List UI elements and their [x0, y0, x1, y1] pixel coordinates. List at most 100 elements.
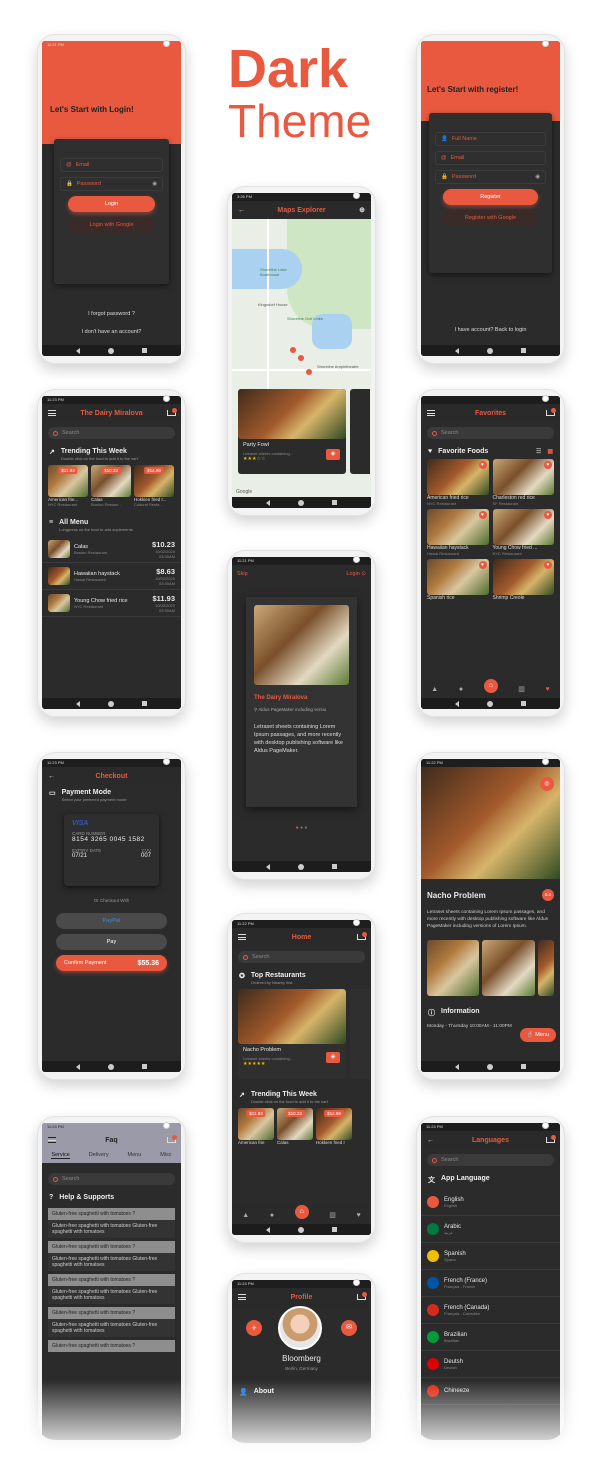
tab-misc[interactable]: Misc: [160, 1152, 171, 1159]
camera-icon[interactable]: ◎: [540, 777, 554, 791]
faq-item[interactable]: Gluten-free spaghetti with tomatoes ? Glu…: [48, 1307, 175, 1337]
cart-icon[interactable]: [166, 408, 177, 417]
trending-item[interactable]: $14.99 Hokkien fried r: [316, 1108, 352, 1145]
chat-icon[interactable]: ✉: [341, 1320, 357, 1336]
search-input[interactable]: Search: [238, 951, 365, 963]
faq-item[interactable]: Gluten-free spaghetti with tomatoes ?: [48, 1340, 175, 1352]
language-item[interactable]: French (France) Français - France: [421, 1270, 560, 1297]
map-pin-icon[interactable]: [290, 347, 296, 353]
search-input[interactable]: Search: [427, 427, 554, 439]
email-field[interactable]: @ Email: [435, 151, 546, 165]
home-icon[interactable]: ⌂: [294, 1205, 309, 1219]
cart-icon[interactable]: [356, 1292, 367, 1301]
language-item[interactable]: English English: [421, 1189, 560, 1216]
favorites-icon[interactable]: ♥: [546, 686, 550, 693]
tab-delivery[interactable]: Delivery: [89, 1152, 109, 1159]
notifications-icon[interactable]: ▲: [431, 686, 438, 693]
language-item[interactable]: Arabic عربية: [421, 1216, 560, 1243]
favorite-item[interactable]: ♥ Young Chow fried ... NYC Restaurant: [492, 509, 554, 556]
eye-icon[interactable]: ◉: [535, 174, 540, 180]
heart-icon[interactable]: ♥: [478, 461, 487, 469]
profile-icon[interactable]: ●: [270, 1212, 274, 1219]
notifications-icon[interactable]: ▲: [242, 1212, 249, 1219]
trending-item[interactable]: $11.93 American frie... NYC Restaurant: [48, 465, 88, 507]
restaurant-card-peek[interactable]: [350, 989, 370, 1079]
fullname-field[interactable]: 👤 Full Name: [435, 132, 546, 146]
language-item[interactable]: Spanish Spana: [421, 1243, 560, 1270]
orders-icon[interactable]: ▥: [329, 1211, 336, 1219]
login-button[interactable]: Login: [68, 196, 155, 212]
list-item[interactable]: Young Chow fried rice NYC Restaurant $11.9…: [42, 590, 181, 617]
google-login-button[interactable]: Login with Google: [68, 217, 155, 233]
home-icon[interactable]: ⌂: [483, 679, 498, 693]
cart-icon[interactable]: [545, 1135, 556, 1144]
trending-item[interactable]: $11.93 American frie: [238, 1108, 274, 1145]
favorite-item[interactable]: ♥ Hawaiian haystack Hawai Restaurant: [427, 509, 489, 556]
avatar[interactable]: [278, 1306, 322, 1350]
home-toolbar: Home: [232, 928, 371, 946]
place-card-peek[interactable]: [350, 389, 370, 474]
faq-item[interactable]: Gluten-free spaghetti with tomatoes ? Glu…: [48, 1274, 175, 1304]
search-input[interactable]: Search: [48, 427, 175, 439]
heart-icon[interactable]: ♥: [544, 511, 552, 519]
language-item[interactable]: Chineeze: [421, 1378, 560, 1405]
heart-icon[interactable]: ♥: [478, 561, 487, 569]
map-pin-icon[interactable]: [306, 369, 312, 375]
signup-link[interactable]: I don't have an account?: [42, 329, 181, 335]
grid-view-icon[interactable]: ▦: [547, 448, 553, 455]
favorite-item[interactable]: ♥ Shrimp Creole: [492, 559, 554, 601]
gallery-image[interactable]: [427, 940, 480, 996]
gallery-image[interactable]: [537, 940, 554, 996]
register-button[interactable]: Register: [443, 189, 538, 205]
language-item[interactable]: French (Canada) Français - Canadien: [421, 1297, 560, 1324]
confirm-payment-button[interactable]: Confirm Payment $55.36: [56, 955, 167, 971]
list-view-icon[interactable]: ☰: [536, 448, 541, 455]
applepay-button[interactable]: Pay: [56, 934, 167, 950]
language-item[interactable]: Deutsh Deutsh: [421, 1351, 560, 1378]
skip-button[interactable]: Skip: [237, 571, 248, 577]
cart-icon[interactable]: [166, 1135, 177, 1144]
favorite-item[interactable]: ♥ American fried rice NYC Restaurant: [427, 459, 489, 506]
login-link[interactable]: Login ⊙: [346, 571, 366, 577]
forgot-link[interactable]: I forgot password ?: [42, 311, 181, 317]
gallery-image[interactable]: [482, 940, 535, 996]
trending-item[interactable]: $14.99 Hokkien fried r... Cultural Resta..…: [134, 465, 174, 507]
place-card[interactable]: Party Fowl Letraset sheets containing...…: [238, 389, 346, 474]
email-field[interactable]: @ Email: [60, 158, 163, 172]
profile-icon[interactable]: ●: [459, 686, 463, 693]
map-view[interactable]: Shoreline Lake Boathouse Kingsdorf House…: [232, 219, 371, 497]
add-icon[interactable]: +: [246, 1320, 262, 1336]
password-field[interactable]: 🔒 Password ◉: [60, 177, 163, 191]
google-register-button[interactable]: Register with Google: [443, 210, 538, 226]
eye-icon[interactable]: ◉: [152, 181, 157, 187]
tab-service[interactable]: Service: [51, 1152, 70, 1159]
map-pin-icon[interactable]: [298, 355, 304, 361]
directions-icon[interactable]: ◈: [326, 1052, 340, 1063]
search-input[interactable]: Search: [48, 1173, 175, 1185]
paypal-button[interactable]: PayPal: [56, 913, 167, 929]
credit-card[interactable]: VISA CARD NUMBER 8154 3265 0045 1582 EXP…: [64, 814, 159, 886]
trending-item[interactable]: $10.23 Calas: [277, 1108, 313, 1145]
cart-icon[interactable]: [545, 408, 556, 417]
orders-icon[interactable]: ▥: [518, 685, 525, 693]
heart-icon[interactable]: ♥: [544, 561, 552, 569]
list-item[interactable]: Calas Boston Restaurant $10.23 10/02/2020 03…: [42, 536, 181, 563]
faq-item[interactable]: Gluten-free spaghetti with tomatoes ? Glu…: [48, 1241, 175, 1271]
list-item[interactable]: Hawaiian haystack Hawai Restaurant $8.63 10…: [42, 563, 181, 590]
tab-menu[interactable]: Menu: [128, 1152, 142, 1159]
directions-icon[interactable]: ◈: [326, 449, 340, 460]
trending-item[interactable]: $10.23 Calas Boston Restaur...: [91, 465, 131, 507]
back-to-login-link[interactable]: I have account? Back to login: [421, 327, 560, 333]
password-field[interactable]: 🔒 Password ◉: [435, 170, 546, 184]
favorite-item[interactable]: ♥ Charleston red rice SF Restaurant: [492, 459, 554, 506]
language-item[interactable]: Brazilian Brazilian: [421, 1324, 560, 1351]
heart-icon[interactable]: ♥: [478, 511, 487, 519]
restaurant-card[interactable]: Nacho Problem Letraset sheets containing…: [238, 989, 346, 1079]
heart-icon[interactable]: ♥: [544, 461, 552, 469]
favorites-icon[interactable]: ♥: [357, 1212, 361, 1219]
faq-item[interactable]: Gluten-free spaghetti with tomatoes ? Glu…: [48, 1208, 175, 1238]
search-input[interactable]: Search: [427, 1154, 554, 1166]
favorite-item[interactable]: ♥ Spanish rice: [427, 559, 489, 601]
menu-button[interactable]: 🍴 Menu: [519, 1028, 556, 1042]
cart-icon[interactable]: [356, 932, 367, 941]
